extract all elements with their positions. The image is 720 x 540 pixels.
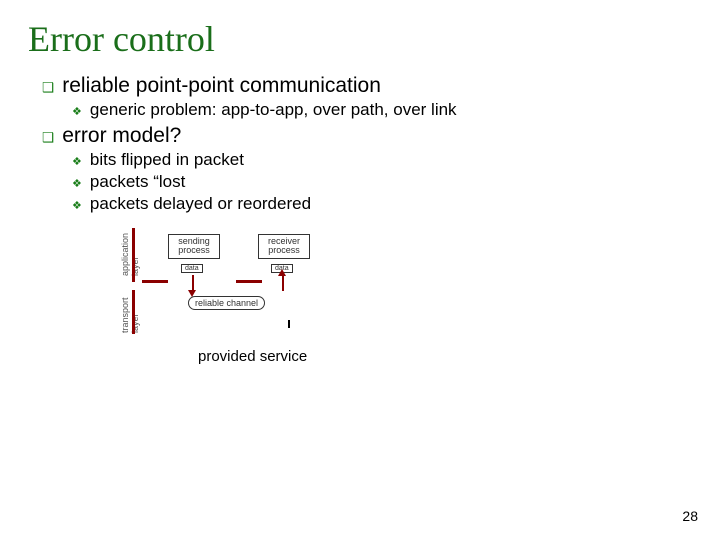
- arrow-up-icon: [278, 269, 286, 276]
- box-sending-process: sendingprocess: [168, 234, 220, 259]
- diamond-bullet-icon: ❖: [72, 155, 82, 168]
- bullet-text: bits flipped in packet: [90, 150, 244, 170]
- bullet-text: packets “lost: [90, 172, 185, 192]
- page-number: 28: [682, 508, 698, 524]
- box-reliable-channel: reliable channel: [188, 296, 265, 310]
- accent-line: [142, 280, 168, 283]
- tick-mark: [288, 320, 290, 328]
- label-transport-layer: transportlayer: [120, 297, 140, 333]
- square-bullet-icon: ❑: [42, 130, 54, 146]
- diamond-bullet-icon: ❖: [72, 177, 82, 190]
- diamond-bullet-icon: ❖: [72, 105, 82, 118]
- diagram-figure: applicationlayer transportlayer sendingp…: [118, 228, 692, 338]
- label-application-layer: applicationlayer: [120, 233, 140, 276]
- arrow-line: [282, 275, 284, 291]
- bullet-reliable-p2p: ❑ reliable point-point communication: [42, 74, 692, 98]
- arrow-line: [192, 275, 194, 291]
- accent-line: [236, 280, 262, 283]
- bullet-packets-lost: ❖ packets “lost: [72, 172, 692, 192]
- bar-application-layer: [132, 228, 135, 282]
- bullet-text: error model?: [62, 124, 181, 148]
- slide: Error control ❑ reliable point-point com…: [0, 0, 720, 540]
- bullet-packets-delayed: ❖ packets delayed or reordered: [72, 194, 692, 214]
- slide-title: Error control: [28, 18, 692, 60]
- box-data-left: data: [181, 264, 203, 273]
- diamond-bullet-icon: ❖: [72, 199, 82, 212]
- bullet-text: packets delayed or reordered: [90, 194, 311, 214]
- bullet-text: reliable point-point communication: [62, 74, 381, 98]
- bullet-error-model: ❑ error model?: [42, 124, 692, 148]
- box-receiver-process: receiverprocess: [258, 234, 310, 259]
- diagram: applicationlayer transportlayer sendingp…: [118, 228, 348, 338]
- square-bullet-icon: ❑: [42, 80, 54, 96]
- bullet-bits-flipped: ❖ bits flipped in packet: [72, 150, 692, 170]
- bullet-text: generic problem: app-to-app, over path, …: [90, 100, 457, 120]
- bullet-generic-problem: ❖ generic problem: app-to-app, over path…: [72, 100, 692, 120]
- bar-transport-layer: [132, 290, 135, 334]
- figure-caption: provided service: [198, 348, 692, 365]
